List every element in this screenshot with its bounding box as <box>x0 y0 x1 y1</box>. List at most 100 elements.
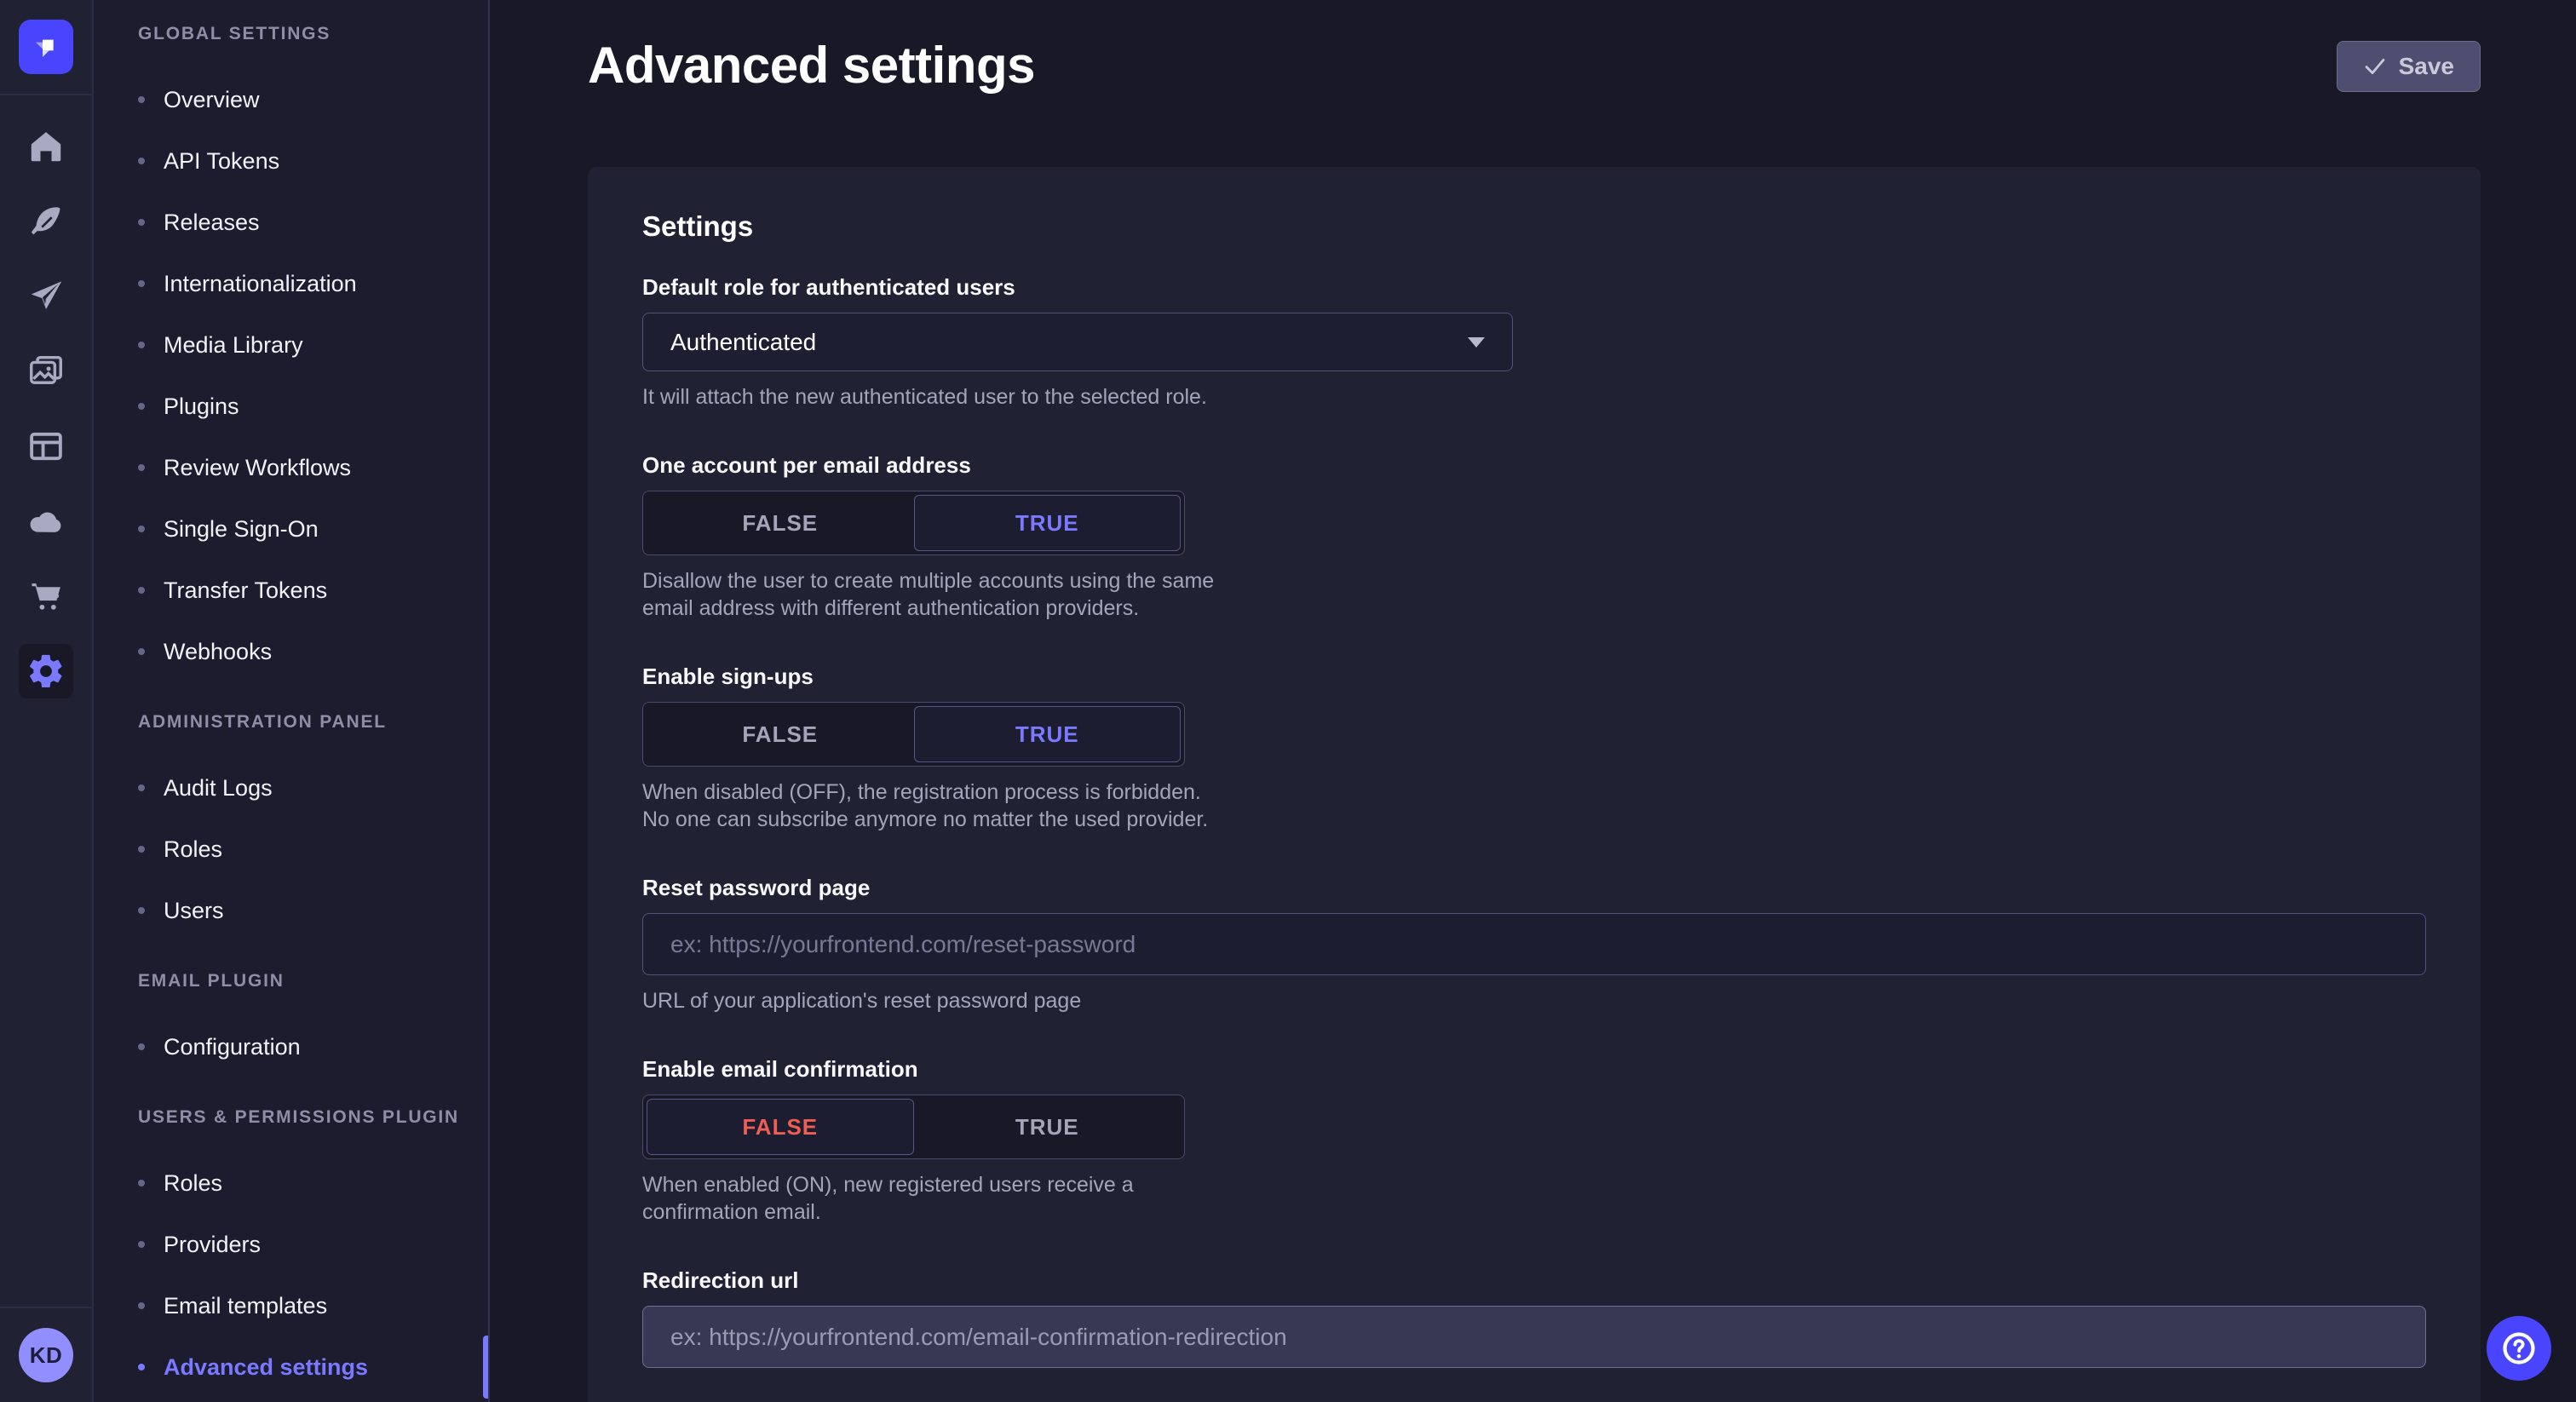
subnav-item-internationalization[interactable]: Internationalization <box>138 253 488 314</box>
settings-card: Settings Default role for authenticated … <box>588 167 2481 1402</box>
bullet-icon <box>138 96 145 103</box>
subnav-item-api-tokens[interactable]: API Tokens <box>138 130 488 192</box>
field-hint: When disabled (OFF), the registration pr… <box>642 779 1230 833</box>
field-hint: Disallow the user to create multiple acc… <box>642 567 1230 622</box>
subnav-item-roles-admin[interactable]: Roles <box>138 819 488 880</box>
default-role-select[interactable]: Authenticated <box>642 313 1513 371</box>
layout-icon[interactable] <box>19 419 73 474</box>
subnav-item-transfer-tokens[interactable]: Transfer Tokens <box>138 560 488 621</box>
bullet-icon <box>138 1043 145 1050</box>
feather-icon[interactable] <box>19 194 73 249</box>
bullet-icon <box>138 1180 145 1187</box>
field-hint: It will attach the new authenticated use… <box>642 383 2426 411</box>
bullet-icon <box>138 846 145 853</box>
page-title: Advanced settings <box>588 39 1035 92</box>
settings-card-title: Settings <box>642 210 2426 244</box>
settings-gear-icon[interactable] <box>19 644 73 698</box>
logo-container <box>0 0 92 95</box>
help-button[interactable] <box>2487 1316 2551 1381</box>
subnav-item-review-workflows[interactable]: Review Workflows <box>138 437 488 498</box>
subnav-item-overview[interactable]: Overview <box>138 69 488 130</box>
subnav-item-roles-up[interactable]: Roles <box>138 1152 488 1214</box>
subnav-item-media-library[interactable]: Media Library <box>138 314 488 376</box>
page-header: Advanced settings Save <box>490 0 2576 92</box>
bullet-icon <box>138 648 145 655</box>
toggle-true-button[interactable]: TRUE <box>914 495 1182 551</box>
subnav-section-email-plugin: EMAIL PLUGIN Configuration <box>138 969 488 1077</box>
bullet-icon <box>138 403 145 410</box>
toggle-false-button[interactable]: FALSE <box>647 706 914 762</box>
field-label: Enable email confirmation <box>642 1055 2426 1083</box>
toggle-false-button[interactable]: FALSE <box>647 1099 914 1155</box>
bullet-icon <box>138 1241 145 1248</box>
bullet-icon <box>138 784 145 791</box>
field-one-account-per-email: One account per email address FALSE TRUE… <box>642 451 2426 622</box>
subnav-item-providers[interactable]: Providers <box>138 1214 488 1275</box>
settings-subnav: GLOBAL SETTINGS Overview API Tokens Rele… <box>94 0 490 1402</box>
strapi-logo[interactable] <box>19 20 73 74</box>
email-confirmation-toggle: FALSE TRUE <box>642 1095 1185 1159</box>
subnav-section-admin-panel: ADMINISTRATION PANEL Audit Logs Roles Us… <box>138 710 488 941</box>
cloud-icon[interactable] <box>19 494 73 549</box>
sign-ups-toggle: FALSE TRUE <box>642 702 1185 767</box>
subnav-item-webhooks[interactable]: Webhooks <box>138 621 488 682</box>
field-hint: URL of your application's reset password… <box>642 987 2426 1014</box>
subnav-item-email-templates[interactable]: Email templates <box>138 1275 488 1336</box>
bullet-icon <box>138 219 145 226</box>
field-enable-email-confirmation: Enable email confirmation FALSE TRUE Whe… <box>642 1055 2426 1226</box>
rail-footer: KD <box>0 1307 92 1402</box>
bullet-icon <box>138 158 145 164</box>
field-reset-password-page: Reset password page URL of your applicat… <box>642 874 2426 1014</box>
bullet-icon <box>138 342 145 348</box>
chevron-down-icon <box>1468 337 1485 348</box>
subnav-item-audit-logs[interactable]: Audit Logs <box>138 757 488 819</box>
subnav-item-configuration[interactable]: Configuration <box>138 1016 488 1077</box>
bullet-icon <box>138 280 145 287</box>
subnav-section-users-permissions: USERS & PERMISSIONS PLUGIN Roles Provide… <box>138 1106 488 1398</box>
subnav-item-advanced-settings[interactable]: Advanced settings <box>138 1336 488 1398</box>
subnav-section-title: EMAIL PLUGIN <box>138 969 488 993</box>
strapi-logo-icon <box>29 30 63 64</box>
check-icon <box>2363 55 2387 78</box>
subnav-section-global: GLOBAL SETTINGS Overview API Tokens Rele… <box>138 22 488 682</box>
subnav-item-users[interactable]: Users <box>138 880 488 941</box>
subnav-item-single-sign-on[interactable]: Single Sign-On <box>138 498 488 560</box>
rail-icon-list <box>19 95 73 698</box>
toggle-true-button[interactable]: TRUE <box>914 1099 1182 1155</box>
subnav-item-releases[interactable]: Releases <box>138 192 488 253</box>
subnav-section-title: ADMINISTRATION PANEL <box>138 710 488 734</box>
bullet-icon <box>138 1364 145 1370</box>
active-item-indicator <box>483 1336 488 1399</box>
subnav-section-title: GLOBAL SETTINGS <box>138 22 488 46</box>
toggle-true-button[interactable]: TRUE <box>914 706 1182 762</box>
avatar[interactable]: KD <box>19 1328 73 1382</box>
bullet-icon <box>138 1302 145 1309</box>
cart-icon[interactable] <box>19 569 73 623</box>
toggle-false-button[interactable]: FALSE <box>647 495 914 551</box>
bullet-icon <box>138 526 145 532</box>
home-icon[interactable] <box>19 119 73 174</box>
bullet-icon <box>138 587 145 594</box>
field-label: Reset password page <box>642 874 2426 901</box>
redirection-url-input[interactable] <box>642 1306 2426 1368</box>
save-button[interactable]: Save <box>2337 41 2481 92</box>
reset-password-input[interactable] <box>642 913 2426 975</box>
field-hint: When enabled (ON), new registered users … <box>642 1171 1230 1226</box>
media-library-icon[interactable] <box>19 344 73 399</box>
question-circle-icon <box>2499 1329 2539 1368</box>
field-enable-sign-ups: Enable sign-ups FALSE TRUE When disabled… <box>642 663 2426 833</box>
field-label: Default role for authenticated users <box>642 273 2426 301</box>
field-label: Enable sign-ups <box>642 663 2426 690</box>
main-content: Advanced settings Save Settings Default … <box>490 0 2576 1402</box>
bullet-icon <box>138 464 145 471</box>
one-account-toggle: FALSE TRUE <box>642 491 1185 555</box>
field-label: Redirection url <box>642 1267 2426 1294</box>
subnav-section-title: USERS & PERMISSIONS PLUGIN <box>138 1106 488 1129</box>
field-default-role: Default role for authenticated users Aut… <box>642 273 2426 411</box>
subnav-item-plugins[interactable]: Plugins <box>138 376 488 437</box>
field-redirection-url: Redirection url <box>642 1267 2426 1368</box>
select-value: Authenticated <box>670 329 816 356</box>
bullet-icon <box>138 907 145 914</box>
main-nav-rail: KD <box>0 0 94 1402</box>
paper-plane-icon[interactable] <box>19 269 73 324</box>
